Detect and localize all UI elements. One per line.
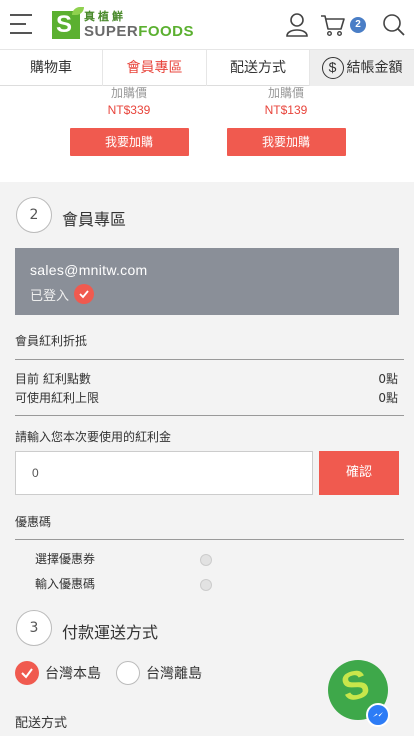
logo-chinese-name: 真植鮮	[84, 10, 126, 23]
current-points-label: 目前 紅利點數	[15, 372, 91, 386]
tab-checkout-amount-label: 結帳金額	[346, 60, 403, 76]
login-info-box: sales@mnitw.com 已登入	[15, 248, 399, 315]
bonus-input-prompt: 請輸入您本次要使用的紅利金	[15, 430, 172, 444]
current-points-value: 0點	[378, 372, 398, 386]
divider	[15, 359, 404, 360]
logo-mark: S	[52, 7, 84, 39]
divider	[15, 539, 404, 540]
select-coupon-radio[interactable]	[200, 554, 212, 566]
member-email: sales@mnitw.com	[30, 262, 148, 278]
points-limit-label: 可使用紅利上限	[15, 391, 100, 405]
menu-icon[interactable]	[10, 14, 34, 34]
delivery-method-title: 配送方式	[15, 716, 68, 731]
payment-section-title: 付款運送方式	[62, 623, 159, 642]
check-icon	[15, 661, 39, 685]
tab-checkout-amount[interactable]: $ 結帳金額	[310, 50, 414, 86]
dollar-icon: $	[321, 57, 344, 79]
shipping-option-label: 台灣本島	[45, 666, 101, 682]
shipping-option-main-island[interactable]: 台灣本島	[15, 661, 101, 685]
divider	[15, 415, 404, 416]
bonus-section-title: 會員紅利折抵	[15, 334, 88, 348]
addon-price: NT$139	[264, 103, 308, 117]
select-coupon-label[interactable]: 選擇優惠券	[35, 550, 95, 567]
search-icon[interactable]	[381, 12, 407, 38]
tab-member[interactable]: 會員專區	[103, 50, 207, 86]
add-on-button[interactable]: 我要加購	[69, 128, 189, 156]
shipping-option-outlying-islands[interactable]: 台灣離島	[116, 661, 202, 685]
login-status-text: 已登入	[30, 288, 70, 304]
points-limit-value: 0點	[378, 391, 398, 405]
radio-icon	[116, 661, 140, 685]
addon-price: NT$339	[107, 103, 151, 117]
top-header: S 真植鮮 SUPERFOODS 2	[0, 0, 414, 50]
cart-count-badge: 2	[350, 17, 366, 33]
logo-foods: FOODS	[138, 23, 195, 40]
addon-item: 加購價 NT$139 我要加購	[226, 86, 346, 156]
user-icon[interactable]	[284, 12, 310, 38]
step-number: 2	[16, 197, 52, 233]
enter-coupon-radio[interactable]	[200, 579, 212, 591]
logo-super: SUPER	[84, 23, 139, 40]
messenger-icon[interactable]	[366, 703, 390, 727]
coupon-section-title: 優惠碼	[15, 515, 52, 529]
member-section-title: 會員專區	[62, 210, 127, 229]
step-number: 3	[16, 610, 52, 646]
add-on-button[interactable]: 我要加購	[226, 128, 346, 156]
tab-cart[interactable]: 購物車	[0, 50, 103, 86]
shipping-option-label: 台灣離島	[146, 666, 202, 682]
tab-delivery[interactable]: 配送方式	[207, 50, 310, 86]
checkout-tabs: 購物車 會員專區 配送方式 $ 結帳金額	[0, 50, 414, 86]
cart-icon[interactable]	[320, 12, 346, 38]
addon-products: 加購價 NT$339 我要加購 加購價 NT$139 我要加購	[0, 86, 414, 182]
addon-price-label: 加購價	[267, 86, 304, 100]
brand-logo[interactable]: S 真植鮮 SUPERFOODS	[52, 7, 195, 40]
enter-coupon-label[interactable]: 輸入優惠碼	[35, 575, 95, 592]
check-icon	[74, 284, 95, 304]
bonus-points-input[interactable]: 0	[15, 451, 313, 495]
addon-price-label: 加購價	[110, 86, 147, 100]
confirm-button[interactable]: 確認	[319, 451, 399, 495]
addon-item: 加購價 NT$339 我要加購	[69, 86, 189, 156]
